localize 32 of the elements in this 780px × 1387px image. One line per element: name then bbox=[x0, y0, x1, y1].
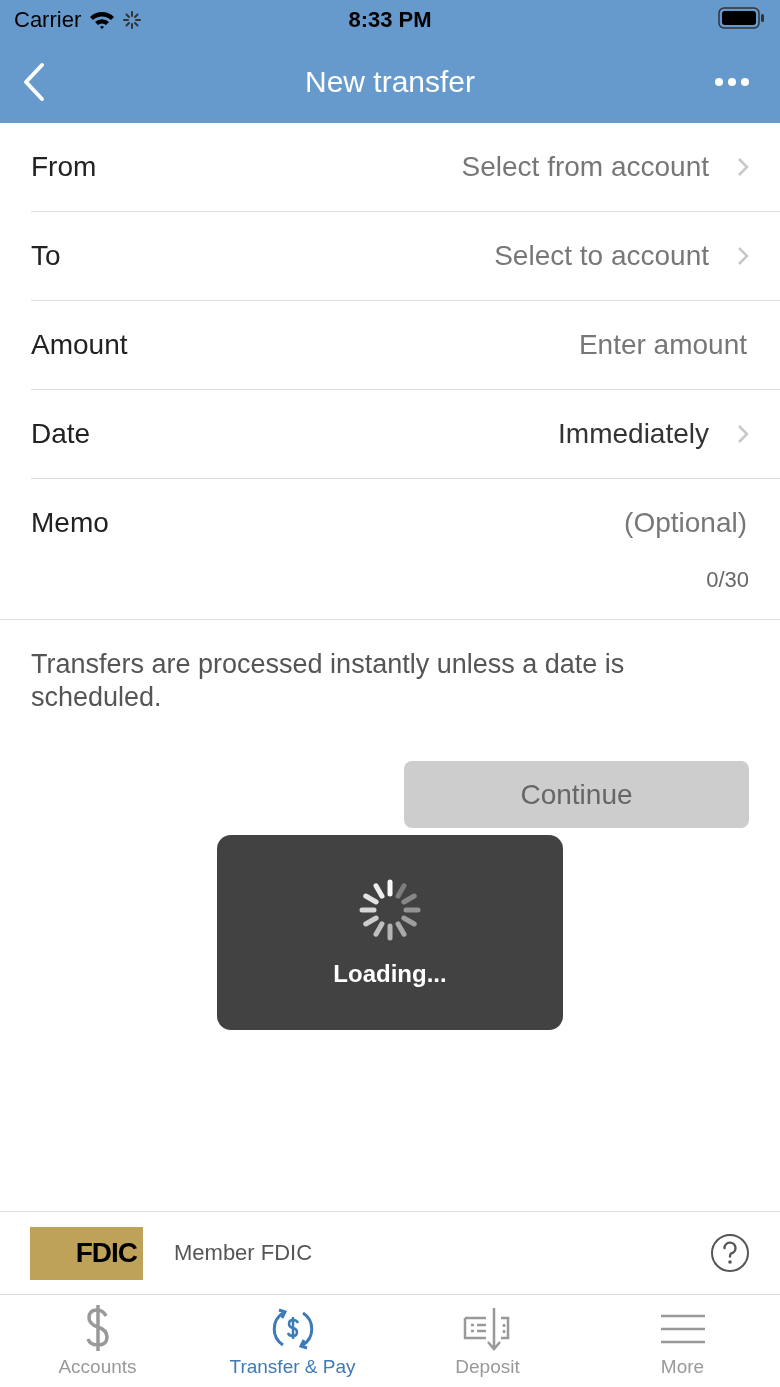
carrier-label: Carrier bbox=[14, 7, 82, 33]
tab-item[interactable]: Deposit bbox=[390, 1295, 585, 1387]
tab-item[interactable]: Accounts bbox=[0, 1295, 195, 1387]
battery-icon bbox=[718, 7, 764, 29]
tab-item[interactable]: Transfer & Pay bbox=[195, 1295, 390, 1387]
account-select[interactable]: Select to account bbox=[494, 240, 749, 272]
chevron-icon bbox=[737, 424, 749, 444]
help-button[interactable] bbox=[710, 1233, 750, 1273]
field-label: Amount bbox=[31, 329, 128, 361]
account-select[interactable]: Select from account bbox=[461, 151, 749, 183]
account-select[interactable]: Immediately bbox=[558, 418, 749, 450]
fdic-logo: FDIC bbox=[30, 1226, 143, 1280]
memo-field[interactable]: (Optional) bbox=[385, 506, 749, 540]
more-options-button[interactable] bbox=[714, 76, 750, 87]
tab-item[interactable]: More bbox=[585, 1295, 780, 1387]
member-text: Member FDIC bbox=[174, 1240, 314, 1266]
status-time: 8:33 PM bbox=[348, 7, 432, 33]
field-label: To bbox=[31, 240, 61, 272]
amount-field[interactable]: Enter amount bbox=[385, 328, 749, 362]
chevron-icon bbox=[737, 246, 749, 266]
spinner-icon bbox=[358, 877, 422, 942]
character-counter: 0/30 bbox=[706, 567, 750, 593]
info-text: Transfers are processed instantly unless a date is scheduled. bbox=[31, 648, 626, 714]
loading-text: Loading... bbox=[333, 959, 447, 988]
field-label: Memo bbox=[31, 507, 109, 539]
field-label: From bbox=[31, 151, 97, 183]
wifi-icon bbox=[89, 11, 116, 29]
activity-icon bbox=[123, 11, 142, 29]
field-label: Date bbox=[31, 418, 91, 450]
back-button[interactable] bbox=[22, 61, 46, 102]
chevron-icon bbox=[737, 157, 749, 177]
screen-title: New transfer bbox=[304, 64, 476, 99]
